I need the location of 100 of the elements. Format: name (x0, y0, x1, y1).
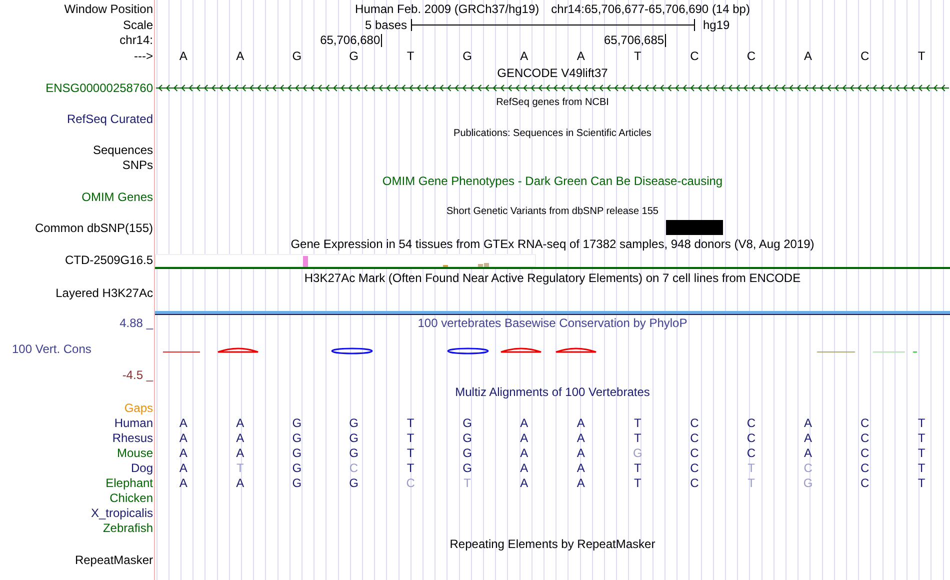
gene-strand-line[interactable] (156, 84, 950, 92)
alignment-base: A (520, 460, 528, 474)
header-label: chr14: (120, 33, 153, 47)
track-title: Publications: Sequences in Scientific Articles (454, 127, 652, 141)
track-label[interactable]: RepeatMasker (74, 552, 153, 566)
track-label[interactable]: Human (114, 416, 153, 430)
track-title: H3K27Ac Mark (Often Found Near Active Regulatory Elements) on 7 cell lines from ENCODE (304, 270, 801, 284)
alignment-base: A (520, 446, 528, 460)
alignment-base: T (748, 476, 755, 490)
alignment-base: C (746, 430, 756, 444)
track-label[interactable]: SNPs (122, 158, 153, 172)
alignment-base: G (349, 476, 358, 490)
alignment-base: T (406, 416, 414, 430)
alignment-base: G (292, 476, 302, 490)
alignment-base: C (860, 476, 870, 490)
sequence-base: G (462, 48, 472, 62)
alignment-base: T (236, 460, 244, 474)
alignment-base: T (406, 430, 414, 444)
expression-bar-drawing[interactable] (155, 254, 537, 267)
alignment-base: T (406, 460, 414, 474)
alignment-base: C (860, 446, 870, 460)
track-label[interactable]: Rhesus (112, 430, 153, 444)
alignment-base: C (860, 460, 870, 474)
alignment-base: T (634, 476, 642, 490)
sequence-base: T (634, 48, 642, 62)
track-label[interactable]: ENSG00000258760 (46, 81, 153, 95)
alignment-base: A (520, 416, 528, 430)
track-label[interactable]: 100 Vert. Cons (12, 341, 92, 357)
alignment-base: G (462, 430, 472, 444)
alignment-base: T (634, 430, 642, 444)
track-label[interactable]: X_tropicalis (90, 506, 153, 520)
scale-label: 5 bases (364, 18, 407, 32)
track-title: RefSeq genes from NCBI (496, 96, 609, 110)
alignment-base: A (179, 446, 188, 460)
alignment-base: A (236, 416, 244, 430)
variant-marker[interactable] (666, 220, 723, 235)
alignment-base: C (746, 446, 756, 460)
alignment-base: T (918, 476, 926, 490)
track-label[interactable]: Sequences (92, 142, 153, 156)
track-label[interactable]: Elephant (106, 476, 153, 490)
track-label[interactable]: OMIM Genes (82, 190, 153, 204)
axis-max-label: 4.88 _ (120, 315, 153, 331)
alignment-base: A (236, 430, 244, 444)
header-label: Scale (122, 18, 153, 32)
alignment-base: A (520, 430, 528, 444)
alignment-base: G (349, 430, 358, 444)
header-label: Window Position (64, 2, 153, 16)
track-title: Repeating Elements by RepeatMasker (450, 536, 656, 550)
assembly-label: hg19 (703, 18, 730, 32)
track-label[interactable]: Dog (130, 460, 153, 474)
alignment-base: T (634, 460, 642, 474)
alignment-base: A (236, 446, 244, 460)
alignment-base: T (464, 476, 471, 490)
sequence-base: T (918, 48, 926, 62)
alignment-base: A (179, 460, 188, 474)
alignment-base: G (462, 446, 472, 460)
alignment-base: C (406, 476, 415, 490)
alignment-base: C (690, 476, 699, 490)
alignment-base: C (690, 460, 699, 474)
sequence-base: T (406, 48, 414, 62)
track-title: 100 vertebrates Basewise Conservation by PhyloP (418, 316, 688, 330)
alignment-base: C (690, 430, 699, 444)
alignment-base: T (918, 460, 926, 474)
track-label[interactable]: Chicken (110, 490, 153, 504)
alignment-base: T (406, 446, 414, 460)
alignment-base: A (576, 446, 585, 460)
position-text: chr14:65,706,677-65,706,690 (14 bp) (551, 2, 750, 16)
alignment-base: A (576, 476, 585, 490)
alignment-base: A (179, 416, 188, 430)
track-title: Multiz Alignments of 100 Vertebrates (455, 384, 650, 398)
alignment-base: T (918, 416, 926, 430)
assembly-title: Human Feb. 2009 (GRCh37/hg19) (355, 2, 540, 16)
alignment-base: G (292, 430, 302, 444)
track-label[interactable]: Zebrafish (102, 520, 153, 534)
alignment-base: A (236, 476, 244, 490)
alignment-base: A (804, 446, 812, 460)
alignment-base: T (748, 460, 755, 474)
track-label[interactable]: CTD-2509G16.5 (64, 252, 153, 266)
alignment-base: A (576, 430, 585, 444)
header-label: ---> (134, 48, 153, 62)
sequence-base: G (292, 48, 302, 62)
sequence-base: A (520, 48, 528, 62)
track-label[interactable]: Common dbSNP(155) (34, 220, 153, 234)
sequence-base: A (179, 48, 188, 62)
alignment-base: C (746, 416, 756, 430)
axis-min-label: -4.5 _ (122, 367, 153, 383)
coordinate-label: 65,706,685 (604, 34, 666, 46)
alignment-base: A (576, 460, 585, 474)
track-label[interactable]: Layered H3K27Ac (56, 286, 153, 300)
sequence-base: A (804, 48, 812, 62)
alignment-base: A (179, 430, 188, 444)
track-label[interactable]: RefSeq Curated (66, 112, 153, 126)
sequence-base: A (236, 48, 244, 62)
alignment-base: G (292, 416, 302, 430)
coordinate-label: 65,706,680 (320, 34, 382, 46)
alignment-base: C (804, 460, 812, 474)
alignment-base: T (634, 416, 642, 430)
alignment-base: C (860, 430, 870, 444)
sequence-base: A (576, 48, 585, 62)
track-label[interactable]: Mouse (116, 446, 153, 460)
